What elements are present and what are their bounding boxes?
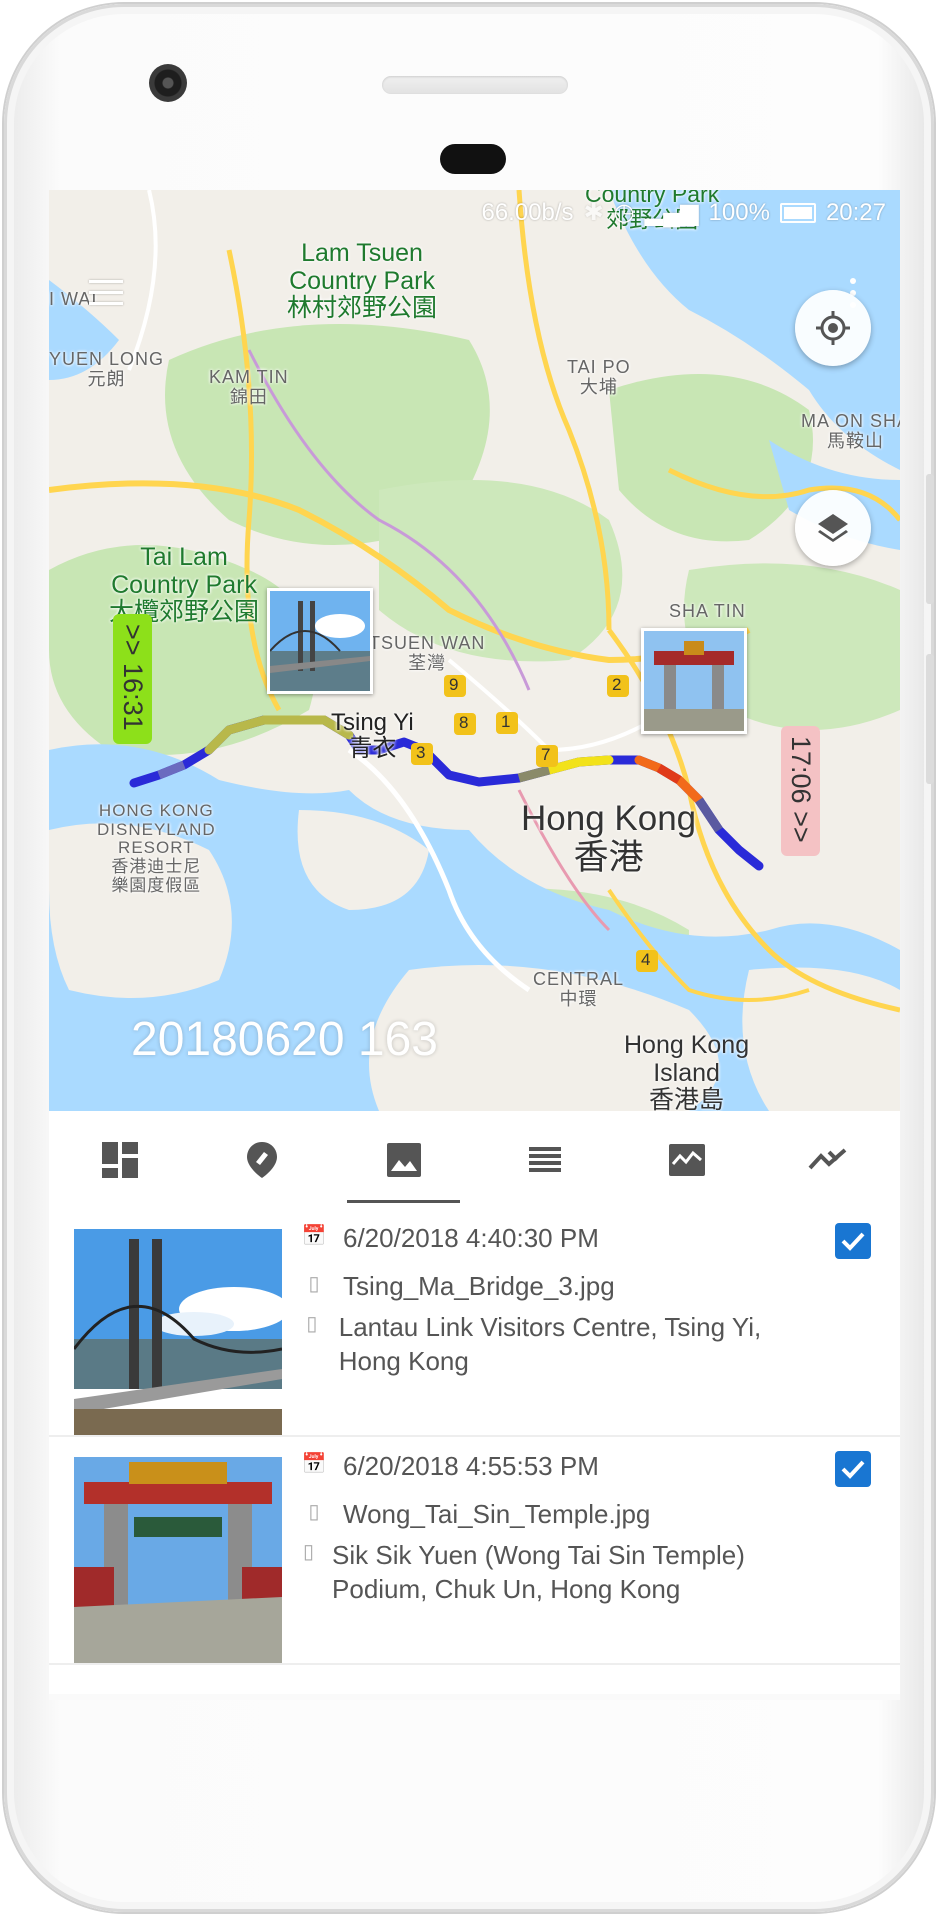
road-marker: 9 [449,675,459,694]
road-marker: 1 [501,712,511,731]
chart-icon [669,1144,706,1176]
end-time-tag[interactable]: 17:06 >> [781,726,820,856]
checkmark-icon [841,1232,865,1251]
signal-icon: ▂▄▆ [644,199,699,226]
volume-button [926,474,934,604]
route-title: 20180620 163 [131,1013,438,1066]
map-label-disneyland: HONG KONG DISNEYLAND RESORT 香港迪士尼 樂園度假區 [97,801,216,895]
photo-thumbnail[interactable] [74,1457,282,1663]
power-button [926,654,934,784]
photo-datetime: 6/20/2018 4:55:53 PM [343,1451,599,1481]
my-location-button[interactable] [795,290,871,366]
photo-datetime-row: 📅 6/20/2018 4:40:30 PM [299,1223,599,1254]
photo-select-checkbox[interactable] [835,1451,871,1487]
tab-chart[interactable] [616,1111,758,1209]
map-label-ma-on-shan: MA ON SHA 馬鞍山 [801,411,900,451]
screen: 9 3 8 1 7 2 4 Lam Tsuen Country Park 林村郊… [49,190,900,1700]
photo-location: Sik Sik Yuen (Wong Tai Sin Temple) Podiu… [332,1540,745,1604]
map-label-hk-island: Hong Kong Island 香港島 [624,1031,750,1111]
photo-datetime: 6/20/2018 4:40:30 PM [343,1223,599,1253]
file-icon: ▯ [308,1273,320,1295]
start-time-tag[interactable]: >> 16:31 [113,614,152,744]
road-marker: 4 [641,950,651,969]
bridge-photo-thumbnail [270,591,370,691]
clock: 20:27 [825,198,886,226]
map-layers-button[interactable] [795,490,871,566]
checkmark-icon [841,1460,865,1479]
list-icon [529,1147,562,1172]
proximity-sensor [440,144,506,174]
photo-thumbnail[interactable] [74,1229,282,1435]
map-label-central: CENTRAL 中環 [533,969,625,1009]
calendar-icon: 📅 [301,1453,327,1475]
location-pin-icon [246,1142,277,1178]
map-label-hong-kong: Hong Kong 香港 [521,799,697,877]
bluetooth-icon: ✱ [583,199,604,226]
menu-icon[interactable] [89,280,123,308]
photo-location-row: ▯ Sik Sik Yuen (Wong Tai Sin Temple) Pod… [299,1539,819,1607]
map-label-lam-tsuen: Lam Tsuen Country Park 林村郊野公園 [287,239,438,322]
map-label-tai-po: TAI PO 大埔 [567,357,631,397]
road-marker: 3 [416,743,426,762]
photo-marker-tsing-ma[interactable] [267,588,373,694]
calendar-icon: 📅 [301,1225,327,1247]
status-bar: 66.00b/s ✱ ◷ ▂▄▆ 100% 20:27 [481,198,886,227]
bridge-photo [74,1229,282,1435]
battery-icon [779,202,816,223]
file-icon: ▯ [308,1501,320,1523]
list-bottom [49,1694,900,1700]
layers-icon [818,514,848,542]
road-marker: 2 [612,675,622,694]
photo-location: Lantau Link Visitors Centre, Tsing Yi, H… [338,1312,762,1376]
list-item[interactable]: 📅 6/20/2018 4:55:53 PM ▯ Wong_Tai_Sin_Te… [49,1437,900,1665]
tab-list[interactable] [474,1111,616,1209]
front-camera [149,64,187,102]
road-marker: 7 [541,745,551,764]
map-view[interactable]: 9 3 8 1 7 2 4 Lam Tsuen Country Park 林村郊… [49,190,900,1111]
photo-list: 📅 6/20/2018 4:40:30 PM ▯ Tsing_Ma_Bridge… [49,1209,900,1665]
place-icon: ▯ [306,1313,318,1335]
photo-select-checkbox[interactable] [835,1223,871,1259]
network-speed: 66.00b/s [481,198,574,226]
photo-filename: Wong_Tai_Sin_Temple.jpg [343,1499,651,1529]
temple-photo-thumbnail [644,631,744,731]
photo-marker-wong-tai-sin[interactable] [641,628,747,734]
crosshair-icon [816,311,850,345]
tab-trend[interactable] [758,1111,900,1209]
map-label-yuen-long: YUEN LONG 元朗 [49,349,165,389]
tab-photos[interactable] [333,1111,475,1209]
photo-datetime-row: 📅 6/20/2018 4:55:53 PM [299,1451,599,1482]
speaker-grille [382,76,568,94]
map-label-tsing-yi: Tsing Yi 青衣 [331,709,414,763]
place-icon: ▯ [303,1541,315,1563]
photo-filename: Tsing_Ma_Bridge_3.jpg [343,1271,615,1301]
temple-photo [74,1457,282,1663]
photo-filename-row: ▯ Tsing_Ma_Bridge_3.jpg [299,1271,615,1302]
map-label-sha-tin: SHA TIN [669,601,746,621]
alarm-icon: ◷ [613,199,635,226]
phone-frame: 9 3 8 1 7 2 4 Lam Tsuen Country Park 林村郊… [4,4,934,1912]
road-marker: 8 [459,713,469,732]
photo-filename-row: ▯ Wong_Tai_Sin_Temple.jpg [299,1499,650,1530]
dashboard-icon [101,1142,138,1178]
battery-percent: 100% [708,198,770,226]
map-label-tsuen-wan: TSUEN WAN 荃灣 [369,633,486,673]
trend-icon [808,1148,847,1170]
list-item[interactable]: 📅 6/20/2018 4:40:30 PM ▯ Tsing_Ma_Bridge… [49,1209,900,1437]
image-icon [386,1143,421,1177]
tab-location[interactable] [191,1111,333,1209]
tab-bar [49,1111,900,1209]
photo-location-row: ▯ Lantau Link Visitors Centre, Tsing Yi,… [299,1311,819,1379]
tab-dashboard[interactable] [49,1111,191,1209]
map-label-kam-tin: KAM TIN 錦田 [209,367,289,407]
